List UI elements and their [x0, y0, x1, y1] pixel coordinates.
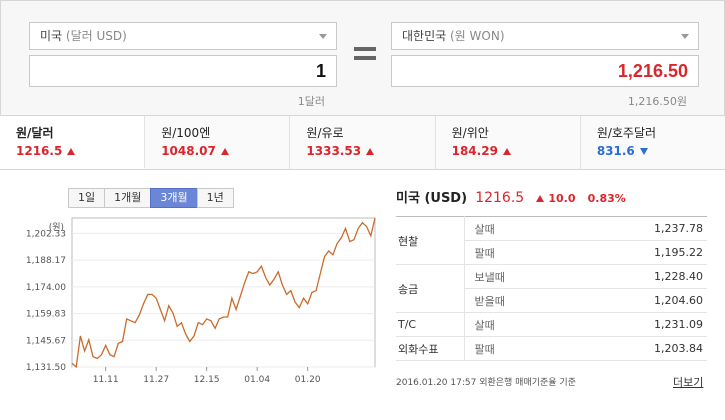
x-tick-label: 11.27 [143, 375, 169, 385]
table-row: 송금 보낼때 1,228.40 [396, 264, 707, 313]
rate-table: 현찰 살때 1,237.78 팔때 1,195.22 송금 보낼때 1,228.… [396, 216, 707, 361]
chevron-down-icon [319, 34, 327, 39]
y-tick-label: 1,131.50 [26, 363, 66, 373]
row-value: 1,203.84 [544, 336, 707, 361]
row-category: 외화수표 [396, 336, 464, 361]
period-1y-button[interactable]: 1년 [196, 188, 234, 208]
arrow-up-icon [502, 148, 511, 155]
from-unit-label: (달러 USD) [65, 29, 127, 43]
arrow-down-icon [639, 148, 648, 155]
row-category: 현찰 [396, 216, 464, 265]
tab-name: 원/100엔 [161, 126, 211, 140]
row-value: 1,231.09 [544, 312, 707, 337]
row-value: 1,195.22 [544, 240, 707, 265]
x-tick-label: 12.15 [194, 375, 220, 385]
arrow-up-icon [536, 195, 545, 202]
tab-value: 1048.07 [161, 142, 289, 160]
tab-value: 831.6 [597, 142, 725, 160]
period-selector: 1일 1개월 3개월 1년 [68, 188, 234, 208]
y-tick-label: 1,159.83 [26, 310, 66, 320]
currency-converter: 미국 (달러 USD) 1 1달러 대한민국 (원 WON) 1,216.50 … [0, 0, 725, 116]
equals-icon [354, 47, 376, 61]
info-change: 10.0 [536, 192, 575, 205]
period-3m-button[interactable]: 3개월 [150, 188, 198, 208]
more-link[interactable]: 더보기 [673, 374, 703, 390]
row-value: 1,237.78 [544, 216, 707, 241]
period-1d-button[interactable]: 1일 [68, 188, 106, 208]
chevron-down-icon [681, 34, 689, 39]
tab-name: 원/위안 [451, 126, 489, 140]
to-unit-label: (원 WON) [450, 29, 505, 43]
tab-krw-usd[interactable]: 원/달러 1216.5 [0, 116, 146, 169]
row-category: T/C [396, 312, 464, 337]
tab-name: 원/달러 [16, 126, 54, 140]
to-amount-sub: 1,216.50원 [627, 95, 687, 108]
info-country: 미국 (USD) [396, 191, 468, 206]
rate-chart-svg: 1,202.331,188.171,174.001,159.831,145.67… [26, 217, 376, 385]
rate-chart: 1,202.33 1,188.17 1,174.00 1,159.83 1,145.67… [0, 212, 385, 392]
row-value: 1,204.60 [544, 288, 707, 313]
y-tick-label: 1,188.17 [26, 256, 66, 266]
x-tick-label: 01.20 [295, 375, 321, 385]
row-kind: 팔때 [463, 336, 544, 361]
from-currency-select[interactable]: 미국 (달러 USD) [29, 22, 337, 50]
info-rate: 1216.5 [475, 190, 525, 206]
y-tick-label: 1,145.67 [26, 336, 66, 346]
rate-footnote: 2016.01.20 17:57 외환은행 매매기준율 기준 [396, 378, 576, 388]
info-percent: 0.83% [587, 192, 626, 205]
tab-value: 1333.53 [306, 142, 434, 160]
tab-krw-cny[interactable]: 원/위안 184.29 [435, 116, 581, 169]
rate-summary: 미국 (USD) 1216.5 10.0 0.83% [396, 186, 707, 210]
y-unit-label: (원) [49, 222, 64, 233]
row-kind: 팔때 [463, 240, 544, 265]
tab-value: 184.29 [452, 142, 580, 160]
row-kind: 받을때 [463, 288, 544, 313]
table-row: 외화수표 팔때 1,203.84 [396, 336, 707, 361]
arrow-up-icon [220, 148, 229, 155]
to-currency-select[interactable]: 대한민국 (원 WON) [391, 22, 699, 50]
period-1m-button[interactable]: 1개월 [104, 188, 152, 208]
tab-name: 원/호주달러 [596, 126, 657, 140]
rate-info-panel: 미국 (USD) 1216.5 10.0 0.83% 현찰 살때 1,237.7… [396, 186, 707, 361]
tab-krw-jpy[interactable]: 원/100엔 1048.07 [145, 116, 291, 169]
tab-value: 1216.5 [16, 142, 144, 160]
rate-tabs: 원/달러 1216.5 원/100엔 1048.07 원/유로 1333.53 … [0, 116, 725, 170]
row-category: 송금 [396, 264, 464, 313]
arrow-up-icon [67, 148, 76, 155]
tab-krw-aud[interactable]: 원/호주달러 831.6 [580, 116, 725, 169]
row-value: 1,228.40 [544, 264, 707, 289]
y-tick-label: 1,174.00 [26, 283, 66, 293]
row-kind: 보낼때 [463, 264, 544, 289]
x-tick-label: 11.11 [93, 375, 119, 385]
from-country-label: 미국 [40, 29, 63, 43]
tab-krw-eur[interactable]: 원/유로 1333.53 [290, 116, 436, 169]
table-row: 현찰 살때 1,237.78 [396, 216, 707, 265]
from-amount-sub: 1달러 [297, 95, 325, 108]
from-amount-input[interactable]: 1 [29, 55, 337, 87]
to-country-label: 대한민국 [402, 29, 447, 43]
row-kind: 살때 [463, 216, 544, 241]
table-row: T/C 살때 1,231.09 [396, 312, 707, 337]
row-kind: 살때 [463, 312, 544, 337]
arrow-up-icon [366, 148, 375, 155]
to-amount-input[interactable]: 1,216.50 [391, 55, 699, 87]
tab-name: 원/유로 [306, 126, 344, 140]
x-tick-label: 01.04 [244, 375, 270, 385]
